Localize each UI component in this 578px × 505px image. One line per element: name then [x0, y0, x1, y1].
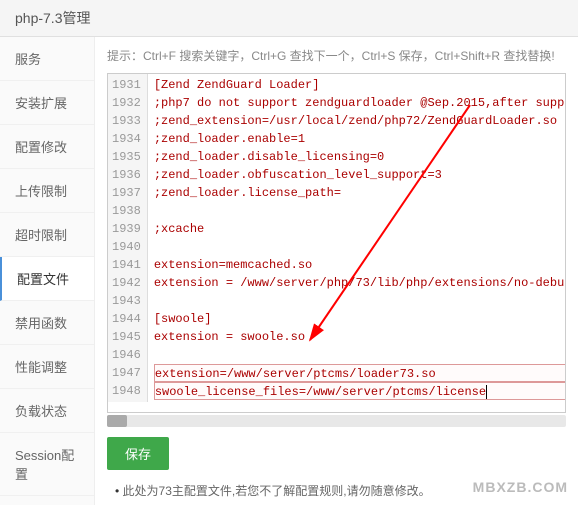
- sidebar-item-9[interactable]: Session配置: [0, 433, 94, 496]
- sidebar: 服务安装扩展配置修改上传限制超时限制配置文件禁用函数性能调整负载状态Sessio…: [0, 37, 95, 505]
- sidebar-item-10[interactable]: 日志: [0, 496, 94, 505]
- main-panel: 提示：Ctrl+F 搜索关键字，Ctrl+G 查找下一个，Ctrl+S 保存，C…: [95, 37, 578, 505]
- code-content[interactable]: [Zend ZendGuard Loader];php7 do not supp…: [148, 74, 566, 402]
- sidebar-item-6[interactable]: 禁用函数: [0, 301, 94, 345]
- sidebar-item-5[interactable]: 配置文件: [0, 257, 94, 301]
- sidebar-item-8[interactable]: 负载状态: [0, 389, 94, 433]
- sidebar-item-1[interactable]: 安装扩展: [0, 81, 94, 125]
- sidebar-item-4[interactable]: 超时限制: [0, 213, 94, 257]
- sidebar-item-0[interactable]: 服务: [0, 37, 94, 81]
- horizontal-scrollbar[interactable]: [107, 415, 566, 427]
- scrollbar-thumb[interactable]: [107, 415, 127, 427]
- sidebar-item-3[interactable]: 上传限制: [0, 169, 94, 213]
- sidebar-item-7[interactable]: 性能调整: [0, 345, 94, 389]
- watermark: MBXZB.COM: [473, 479, 568, 495]
- line-gutter: 1931193219331934193519361937193819391940…: [108, 74, 148, 402]
- hint-text: 提示：Ctrl+F 搜索关键字，Ctrl+G 查找下一个，Ctrl+S 保存，C…: [107, 47, 566, 65]
- code-editor[interactable]: 1931193219331934193519361937193819391940…: [107, 73, 566, 413]
- main-container: 服务安装扩展配置修改上传限制超时限制配置文件禁用函数性能调整负载状态Sessio…: [0, 37, 578, 505]
- save-button[interactable]: 保存: [107, 437, 169, 470]
- sidebar-item-2[interactable]: 配置修改: [0, 125, 94, 169]
- window-title: php-7.3管理: [0, 0, 578, 37]
